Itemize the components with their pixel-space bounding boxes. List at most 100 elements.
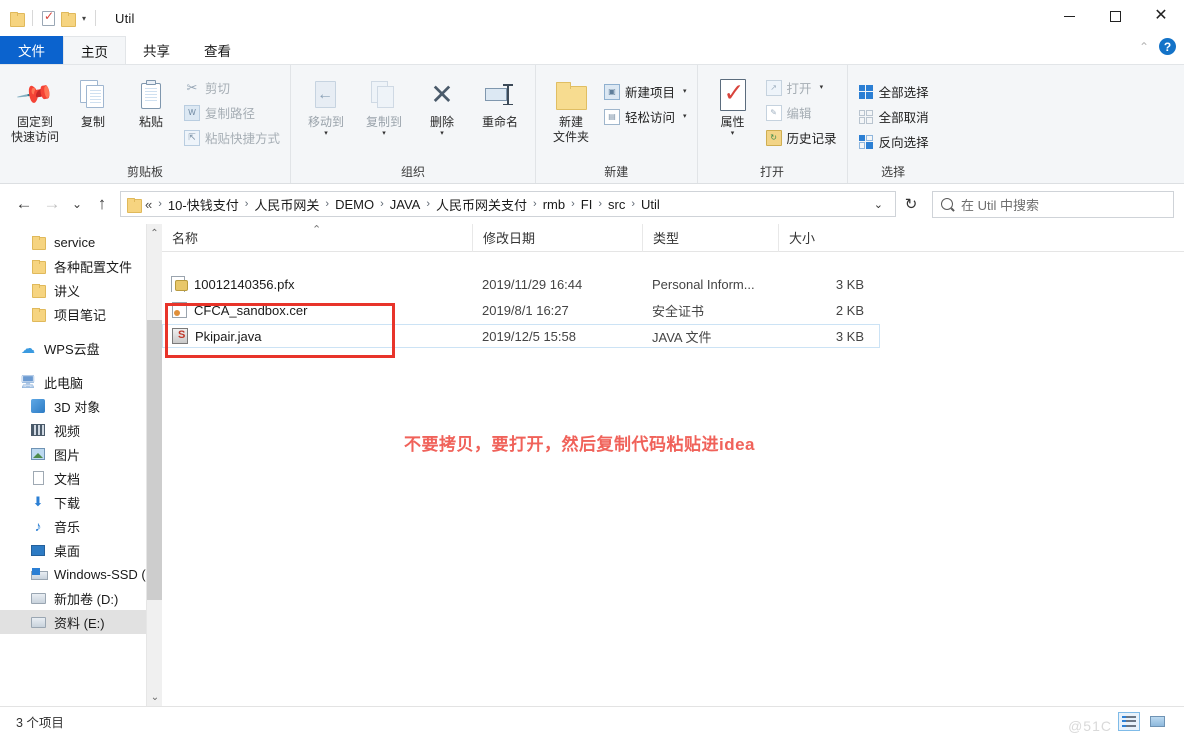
history-button[interactable]: ↻ 历史记录	[762, 125, 841, 150]
nav-item-documents[interactable]: 文档	[0, 466, 162, 490]
tab-share[interactable]: 共享	[126, 36, 187, 64]
column-header-name[interactable]: 名称 ⌃	[162, 224, 472, 252]
chevron-down-icon[interactable]: ▾	[82, 14, 86, 23]
nav-item-volume-e[interactable]: 资料 (E:)	[0, 610, 162, 634]
breadcrumb-item-1[interactable]: 人民币网关	[254, 195, 319, 214]
recent-locations-button[interactable]: ⌄	[66, 190, 88, 218]
new-folder-icon[interactable]	[61, 11, 76, 27]
paste-button[interactable]: 粘贴	[122, 73, 180, 130]
details-view-button[interactable]	[1118, 711, 1140, 731]
column-header-size[interactable]: 大小	[778, 223, 878, 252]
nav-item-pictures[interactable]: 图片	[0, 442, 162, 466]
collapse-ribbon-icon[interactable]: ⌃	[1139, 40, 1149, 54]
breadcrumb-item-3[interactable]: JAVA	[390, 197, 421, 212]
cut-button[interactable]: ✂ 剪切	[180, 75, 284, 100]
breadcrumb-item-7[interactable]: src	[608, 197, 625, 212]
nav-item-label: Windows-SSD (	[54, 566, 146, 582]
nav-item-configs[interactable]: 各种配置文件	[0, 254, 162, 278]
nav-item-volume-d[interactable]: 新加卷 (D:)	[0, 586, 162, 610]
nav-item-project-notes[interactable]: 项目笔记	[0, 302, 162, 326]
copy-path-button[interactable]: W 复制路径	[180, 100, 284, 125]
nav-pane-scrollbar[interactable]: ⌃ ⌄	[146, 224, 162, 706]
nav-item-videos[interactable]: 视频	[0, 418, 162, 442]
open-button[interactable]: ↗ 打开 ▾	[762, 75, 841, 100]
file-type: JAVA 文件	[652, 329, 712, 345]
breadcrumb-dropdown-icon[interactable]: ⌄	[868, 198, 889, 211]
table-row[interactable]: CFCA_sandbox.cer 2019/8/1 16:27 安全证书 2 K…	[162, 298, 1184, 322]
edit-button[interactable]: ✎ 编辑	[762, 100, 841, 125]
new-small-commands: ▣ 新建项目 ▾ ▤ 轻松访问 ▾	[600, 73, 691, 129]
search-input[interactable]: 在 Util 中搜索	[961, 195, 1039, 214]
paste-shortcut-label: 粘贴快捷方式	[205, 132, 281, 146]
search-box[interactable]: 在 Util 中搜索	[932, 190, 1174, 218]
nav-item-service[interactable]: service	[0, 230, 162, 254]
invert-selection-button[interactable]: 反向选择	[854, 129, 933, 154]
tab-home[interactable]: 主页	[63, 36, 126, 64]
breadcrumb-separator: ›	[426, 198, 430, 210]
nav-item-downloads[interactable]: ⬇ 下载	[0, 490, 162, 514]
up-button[interactable]: ↑	[88, 190, 116, 218]
delete-button[interactable]: ✕ 删除 ▾	[413, 73, 471, 138]
easy-access-button[interactable]: ▤ 轻松访问 ▾	[600, 104, 691, 129]
breadcrumb-item-6[interactable]: FI	[581, 197, 593, 212]
breadcrumb[interactable]: « › 10-快钱支付 › 人民币网关 › DEMO › JAVA › 人民币网…	[120, 191, 896, 217]
help-icon[interactable]: ?	[1159, 38, 1176, 55]
delete-label: 删除	[430, 115, 455, 129]
nav-item-3d-objects[interactable]: 3D 对象	[0, 394, 162, 418]
breadcrumb-item-2[interactable]: DEMO	[335, 197, 374, 212]
maximize-button[interactable]	[1092, 0, 1138, 32]
properties-icon	[719, 75, 746, 115]
copy-button[interactable]: 复制	[64, 73, 122, 130]
thumbnail-view-button[interactable]	[1146, 712, 1168, 731]
table-row[interactable]: 10012140356.pfx 2019/11/29 16:44 Persona…	[162, 272, 1184, 296]
forward-button[interactable]: →	[38, 190, 66, 218]
paste-shortcut-button[interactable]: ⇱ 粘贴快捷方式	[180, 125, 284, 150]
refresh-button[interactable]: ↻	[896, 191, 926, 217]
nav-item-music[interactable]: ♪ 音乐	[0, 514, 162, 538]
file-date: 2019/11/29 16:44	[482, 276, 583, 292]
move-to-button[interactable]: ← 移动到 ▾	[297, 73, 355, 137]
copy-to-button[interactable]: 复制到 ▾	[355, 73, 413, 137]
file-type: Personal Inform...	[652, 276, 755, 292]
scroll-down-icon[interactable]: ⌄	[147, 688, 162, 706]
annotation-note: 不要拷贝，要打开，然后复制代码粘贴进idea	[404, 435, 756, 454]
select-none-icon	[858, 109, 874, 125]
select-commands: 全部选择 全部取消 反向选择	[854, 73, 933, 154]
tab-view[interactable]: 查看	[187, 36, 248, 64]
nav-item-wps-cloud[interactable]: ☁ WPS云盘	[0, 336, 162, 360]
select-none-button[interactable]: 全部取消	[854, 104, 933, 129]
nav-item-desktop[interactable]: 桌面	[0, 538, 162, 562]
breadcrumb-item-0[interactable]: 10-快钱支付	[168, 195, 239, 214]
folder-icon[interactable]	[10, 11, 25, 27]
new-item-button[interactable]: ▣ 新建项目 ▾	[600, 79, 691, 104]
file-name: 10012140356.pfx	[194, 276, 295, 292]
breadcrumb-item-8[interactable]: Util	[641, 197, 660, 212]
table-row[interactable]: Pkipair.java 2019/12/5 15:58 JAVA 文件 3 K…	[162, 324, 880, 348]
back-button[interactable]: ←	[10, 190, 38, 218]
pin-to-quick-access-button[interactable]: 📌 固定到 快速访问	[6, 73, 64, 145]
properties-button[interactable]: 属性 ▾	[704, 73, 762, 137]
copy-path-label: 复制路径	[205, 107, 256, 121]
view-mode-controls: @51C	[1068, 711, 1168, 734]
properties-icon[interactable]	[42, 9, 55, 26]
cloud-icon: ☁	[21, 339, 35, 356]
breadcrumb-item-5[interactable]: rmb	[543, 197, 565, 212]
minimize-button[interactable]	[1046, 0, 1092, 32]
nav-item-lecture[interactable]: 讲义	[0, 278, 162, 302]
nav-item-label: 讲义	[54, 283, 81, 299]
nav-item-windows-ssd[interactable]: Windows-SSD (	[0, 562, 162, 586]
select-all-button[interactable]: 全部选择	[854, 79, 933, 104]
group-title-new: 新建	[604, 165, 629, 179]
tab-file[interactable]: 文件	[0, 36, 63, 64]
column-header-date[interactable]: 修改日期	[472, 223, 642, 252]
column-header-type[interactable]: 类型	[642, 223, 778, 252]
scroll-up-icon[interactable]: ⌃	[147, 224, 162, 242]
rename-button[interactable]: 重命名	[471, 73, 529, 130]
breadcrumb-item-4[interactable]: 人民币网关支付	[436, 195, 527, 214]
nav-item-this-pc[interactable]: 🖥 此电脑	[0, 370, 162, 394]
scrollbar-thumb[interactable]	[147, 320, 162, 600]
close-button[interactable]: ✕	[1138, 0, 1184, 32]
downloads-icon: ⬇	[32, 494, 44, 509]
file-size: 3 KB	[835, 276, 864, 292]
new-folder-button[interactable]: 新建 文件夹	[542, 73, 600, 145]
